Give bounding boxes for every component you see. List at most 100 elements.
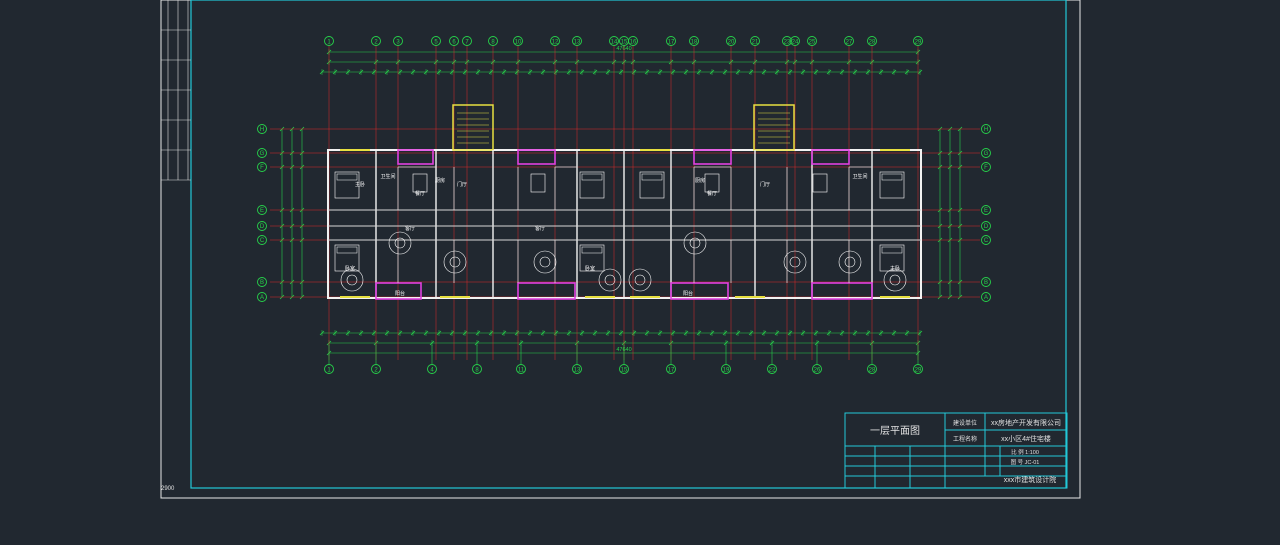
pillow	[336, 173, 358, 181]
axis-label: 6	[452, 40, 456, 46]
dimension-lines: 4764047640	[279, 46, 963, 356]
furniture-round	[844, 256, 856, 268]
axis-label: H	[984, 127, 988, 133]
bed	[639, 171, 665, 199]
dining-table	[530, 173, 546, 193]
room-label: 主卧	[355, 181, 365, 188]
pillow	[881, 246, 903, 254]
dining-table	[704, 173, 720, 193]
room-label: 餐厅	[707, 190, 717, 197]
axis-label: 21	[752, 40, 759, 46]
axis-label: 27	[846, 40, 853, 46]
axis-label: 22	[769, 368, 776, 374]
pillow	[581, 246, 603, 254]
axis-label: 5	[434, 40, 438, 46]
axis-label: 2	[374, 40, 378, 46]
axis-label: H	[260, 127, 264, 133]
axis-label: 15	[621, 368, 628, 374]
room-label: 主卧	[890, 265, 900, 272]
axis-label: 14	[611, 40, 618, 46]
axis-label: 13	[574, 40, 581, 46]
balcony	[517, 149, 556, 165]
axis-label: C	[260, 238, 265, 244]
axis-label: 8	[475, 368, 479, 374]
room-label: 阳台	[683, 290, 693, 297]
pillow	[581, 173, 603, 181]
project-value: xx小区4#住宅楼	[1001, 434, 1051, 443]
furniture-round	[443, 250, 467, 274]
drawing-number: 图 号 JC-01	[1011, 458, 1040, 466]
axis-label: 23	[784, 40, 791, 46]
axis-label: 16	[630, 40, 637, 46]
room-label: 厨房	[435, 177, 445, 184]
axis-label: 29	[915, 368, 922, 374]
drawing-title: 一层平面图	[870, 425, 920, 437]
room-label: 餐厅	[415, 190, 425, 197]
furniture-round	[388, 231, 412, 255]
furniture-round	[634, 274, 646, 286]
balcony	[517, 282, 576, 300]
axis-label: 15	[621, 40, 628, 46]
furniture-round	[883, 268, 907, 292]
axis-label: G	[260, 151, 265, 157]
axis-label: D	[260, 224, 265, 230]
balcony	[811, 149, 850, 165]
axis-label: C	[984, 238, 989, 244]
balcony	[397, 149, 434, 165]
sheet-frame	[160, 0, 1081, 499]
furniture-round	[838, 250, 862, 274]
room-label: 厨房	[695, 177, 705, 184]
client-label: 建设单位	[953, 419, 977, 427]
axis-label: D	[984, 224, 989, 230]
furniture-round	[598, 268, 622, 292]
axis-label: 7	[465, 40, 469, 46]
bed	[579, 171, 605, 199]
axis-label: F	[984, 165, 988, 171]
axis-label: 26	[814, 368, 821, 374]
furniture-round	[346, 274, 358, 286]
room-label: 门厅	[760, 181, 770, 188]
axis-label: 18	[691, 40, 698, 46]
axis-label: B	[984, 280, 988, 286]
dining-table	[412, 173, 428, 193]
pillow	[881, 173, 903, 181]
bed	[879, 171, 905, 199]
dining-table	[812, 173, 828, 193]
axis-label: 13	[574, 368, 581, 374]
furniture-round	[340, 268, 364, 292]
axis-label: 17	[668, 368, 675, 374]
axis-label: F	[260, 165, 264, 171]
pillow	[336, 246, 358, 254]
axis-label: 10	[515, 40, 522, 46]
furniture-round	[533, 250, 557, 274]
room-label: 卧室	[345, 265, 355, 272]
axis-label: A	[260, 295, 264, 301]
axis-label: 17	[668, 40, 675, 46]
axis-label: 3	[396, 40, 400, 46]
axis-label: 4	[430, 368, 434, 374]
axis-label: 2	[374, 368, 378, 374]
furniture-round	[628, 268, 652, 292]
axis-label: B	[260, 280, 264, 286]
axis-label: G	[984, 151, 989, 157]
room-label: 卫生间	[852, 173, 867, 180]
axis-label: 11	[518, 368, 525, 374]
axis-label: 1	[327, 368, 331, 374]
room-label: 阳台	[395, 290, 405, 297]
cad-drawing-canvas: 2900 4764047640 1 2 3 5 6 7 8 10 12 13 14 15 16 17 18 2…	[160, 0, 1081, 499]
axis-label: 28	[869, 368, 876, 374]
axis-label: 19	[723, 368, 730, 374]
scale-text: 比 例 1:100	[1011, 448, 1039, 456]
axis-label: 8	[491, 40, 495, 46]
floor-plan: 卧室客厅厨房餐厅卫生间阳台门厅主卧卧室客厅厨房餐厅卫生间阳台门厅主卧	[327, 104, 922, 300]
furniture-round	[539, 256, 551, 268]
pillow	[641, 173, 663, 181]
balcony	[811, 282, 873, 300]
design-institute: xxx市建筑设计院	[1004, 475, 1057, 484]
binding-strip	[161, 0, 191, 181]
furniture-round	[604, 274, 616, 286]
axis-label: 1	[327, 40, 331, 46]
axis-label: A	[984, 295, 988, 301]
project-label: 工程名称	[953, 435, 977, 443]
axis-label: 24	[792, 40, 799, 46]
